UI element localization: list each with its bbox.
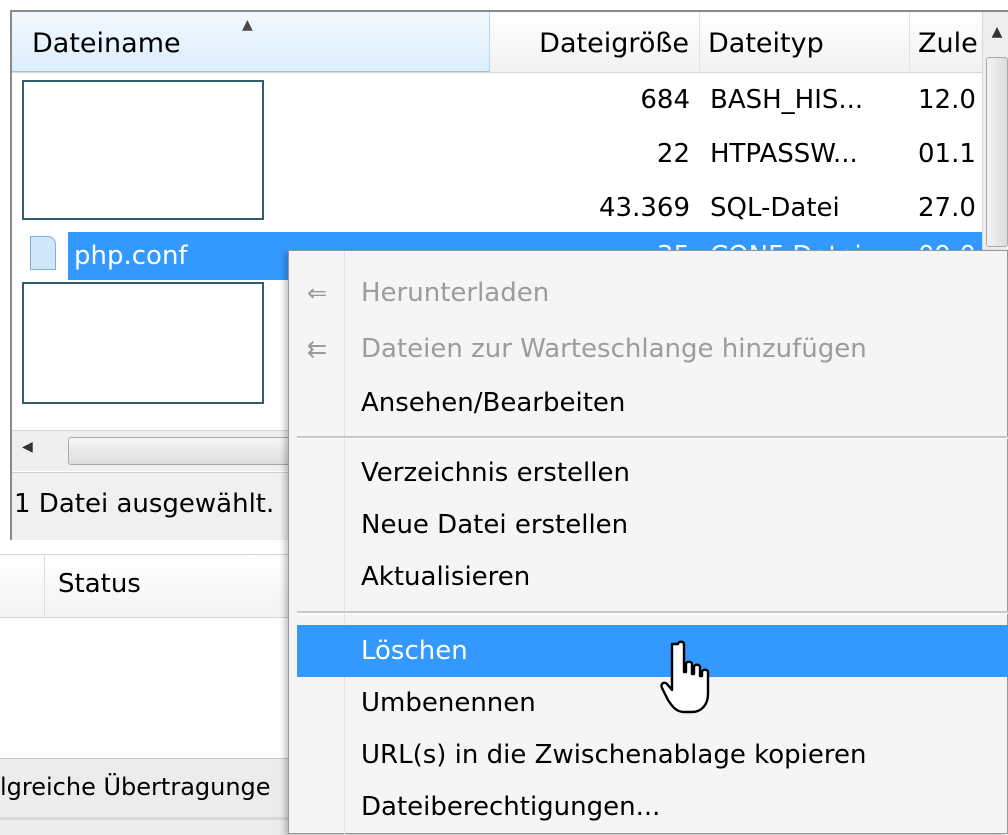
row-size: 684 bbox=[640, 85, 690, 115]
add-queue-icon: ⇇ bbox=[306, 335, 328, 363]
status-bar: 1 Datei ausgewählt. bbox=[12, 472, 302, 544]
column-header-filesize[interactable]: Dateigröße bbox=[490, 12, 700, 72]
menu-item-label: Herunterladen bbox=[361, 278, 550, 308]
horizontal-scrollbar[interactable]: ◀ bbox=[12, 430, 308, 471]
vertical-scrollbar-thumb[interactable] bbox=[986, 57, 1008, 247]
menu-item-label: Aktualisieren bbox=[361, 562, 531, 592]
column-header-status[interactable]: Status bbox=[58, 569, 141, 599]
column-header-filename-label: Dateiname bbox=[32, 28, 181, 59]
row-size: 22 bbox=[656, 139, 690, 169]
redacted-filename-box bbox=[22, 282, 264, 404]
menu-item-view-edit[interactable]: Ansehen/Bearbeiten bbox=[289, 377, 1008, 429]
row-date: 01.1 bbox=[918, 139, 976, 169]
menu-item-label: URL(s) in die Zwischenablage kopieren bbox=[361, 740, 867, 770]
file-list-header: Dateiname ▲ Dateigröße Dateityp Zule bbox=[12, 12, 982, 73]
tab-successful-transfers[interactable]: lgreiche Übertragunge bbox=[0, 773, 271, 801]
menu-item-delete[interactable]: Löschen bbox=[297, 625, 1008, 677]
status-text: 1 Datei ausgewählt. bbox=[14, 489, 275, 519]
sort-asc-icon: ▲ bbox=[242, 17, 253, 33]
menu-item-label: Dateiberechtigungen... bbox=[361, 792, 661, 822]
menu-item-label: Ansehen/Bearbeiten bbox=[361, 388, 626, 418]
menu-separator bbox=[297, 611, 1008, 614]
column-separator bbox=[44, 555, 45, 617]
scroll-left-icon[interactable]: ◀ bbox=[22, 439, 33, 455]
queue-tab-bar: lgreiche Übertragunge bbox=[0, 758, 290, 835]
row-date: 27.0 bbox=[918, 193, 976, 223]
column-header-modified-label: Zule bbox=[918, 28, 978, 59]
menu-item-label: Dateien zur Warteschlange hinzufügen bbox=[361, 334, 867, 364]
menu-item-new-file[interactable]: Neue Datei erstellen bbox=[289, 499, 1008, 551]
redacted-filename-box bbox=[22, 80, 264, 220]
menu-separator bbox=[297, 436, 1008, 439]
menu-item-label: Neue Datei erstellen bbox=[361, 510, 629, 540]
menu-item-label: Umbenennen bbox=[361, 688, 536, 718]
menu-item-label: Löschen bbox=[361, 636, 468, 666]
tab-edge bbox=[0, 817, 290, 820]
column-header-filesize-label: Dateigröße bbox=[539, 28, 689, 59]
column-header-filetype[interactable]: Dateityp bbox=[700, 12, 910, 72]
column-header-modified[interactable]: Zule bbox=[910, 12, 982, 72]
menu-item-refresh[interactable]: Aktualisieren bbox=[289, 551, 1008, 603]
menu-item-rename[interactable]: Umbenennen bbox=[289, 677, 1008, 729]
horizontal-scrollbar-thumb[interactable] bbox=[68, 437, 308, 465]
queue-header: Status bbox=[0, 554, 290, 618]
file-icon bbox=[30, 236, 56, 270]
row-filename: php.conf bbox=[74, 241, 188, 271]
row-type: BASH_HIS... bbox=[710, 85, 864, 115]
transfer-queue-panel: Status lgreiche Übertragunge bbox=[0, 540, 290, 835]
menu-item-download[interactable]: ⇐ Herunterladen bbox=[289, 267, 1008, 319]
menu-item-copy-url[interactable]: URL(s) in die Zwischenablage kopieren bbox=[289, 729, 1008, 781]
row-size: 43.369 bbox=[599, 193, 690, 223]
menu-item-create-directory[interactable]: Verzeichnis erstellen bbox=[289, 447, 1008, 499]
row-type: SQL-Datei bbox=[710, 193, 840, 223]
context-menu: ⇐ Herunterladen ⇇ Dateien zur Warteschla… bbox=[288, 250, 1008, 835]
menu-item-add-to-queue[interactable]: ⇇ Dateien zur Warteschlange hinzufügen bbox=[289, 323, 1008, 375]
row-type: HTPASSW... bbox=[710, 139, 858, 169]
scroll-up-icon[interactable]: ▲ bbox=[983, 24, 1008, 40]
menu-item-label: Verzeichnis erstellen bbox=[361, 458, 630, 488]
row-date: 12.0 bbox=[918, 85, 976, 115]
menu-item-file-permissions[interactable]: Dateiberechtigungen... bbox=[289, 781, 1008, 833]
column-header-filetype-label: Dateityp bbox=[708, 28, 824, 59]
hand-cursor-icon bbox=[660, 640, 710, 714]
download-icon: ⇐ bbox=[306, 279, 328, 307]
